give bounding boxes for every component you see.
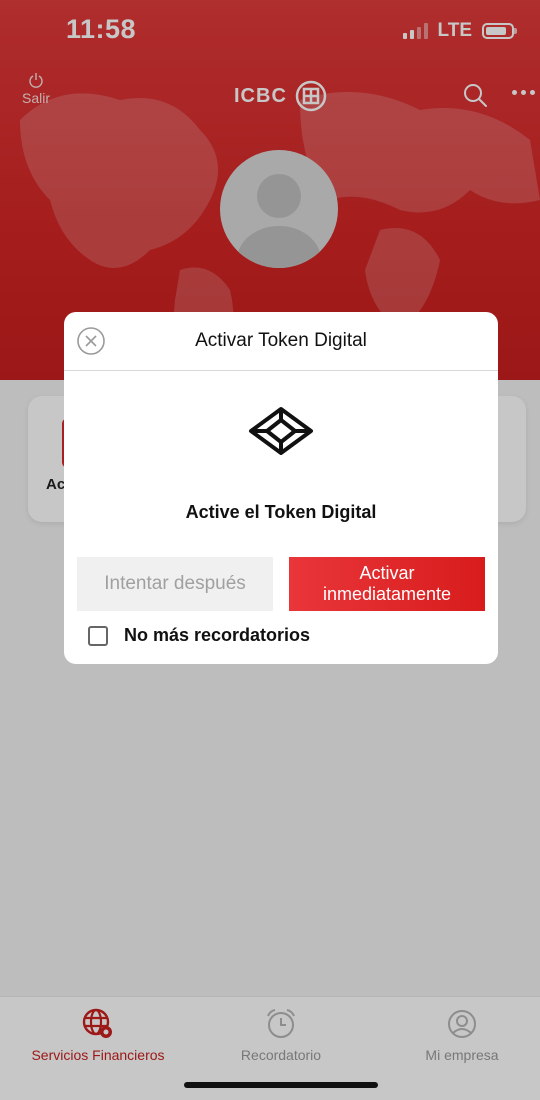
home-indicator	[184, 1082, 378, 1088]
no-reminders-label: No más recordatorios	[124, 625, 311, 645]
dialog-header: Activar Token Digital	[64, 312, 498, 371]
try-later-button[interactable]: Intentar después	[77, 557, 273, 611]
app-screen: 11:58 LTE Salir ICBC Ac Servicios Financ…	[0, 0, 540, 1100]
activate-now-button[interactable]: Activar inmediatamente	[289, 557, 485, 611]
dialog-message: Active el Token Digital	[185, 502, 377, 522]
dialog-title: Activar Token Digital	[195, 330, 367, 351]
activate-token-dialog: Activar Token Digital Active el Token Di…	[64, 312, 498, 664]
close-icon[interactable]	[76, 326, 106, 356]
no-reminders-option[interactable]: No más recordatorios	[88, 625, 310, 646]
token-cube-icon	[249, 407, 313, 455]
no-reminders-checkbox[interactable]	[88, 625, 108, 646]
